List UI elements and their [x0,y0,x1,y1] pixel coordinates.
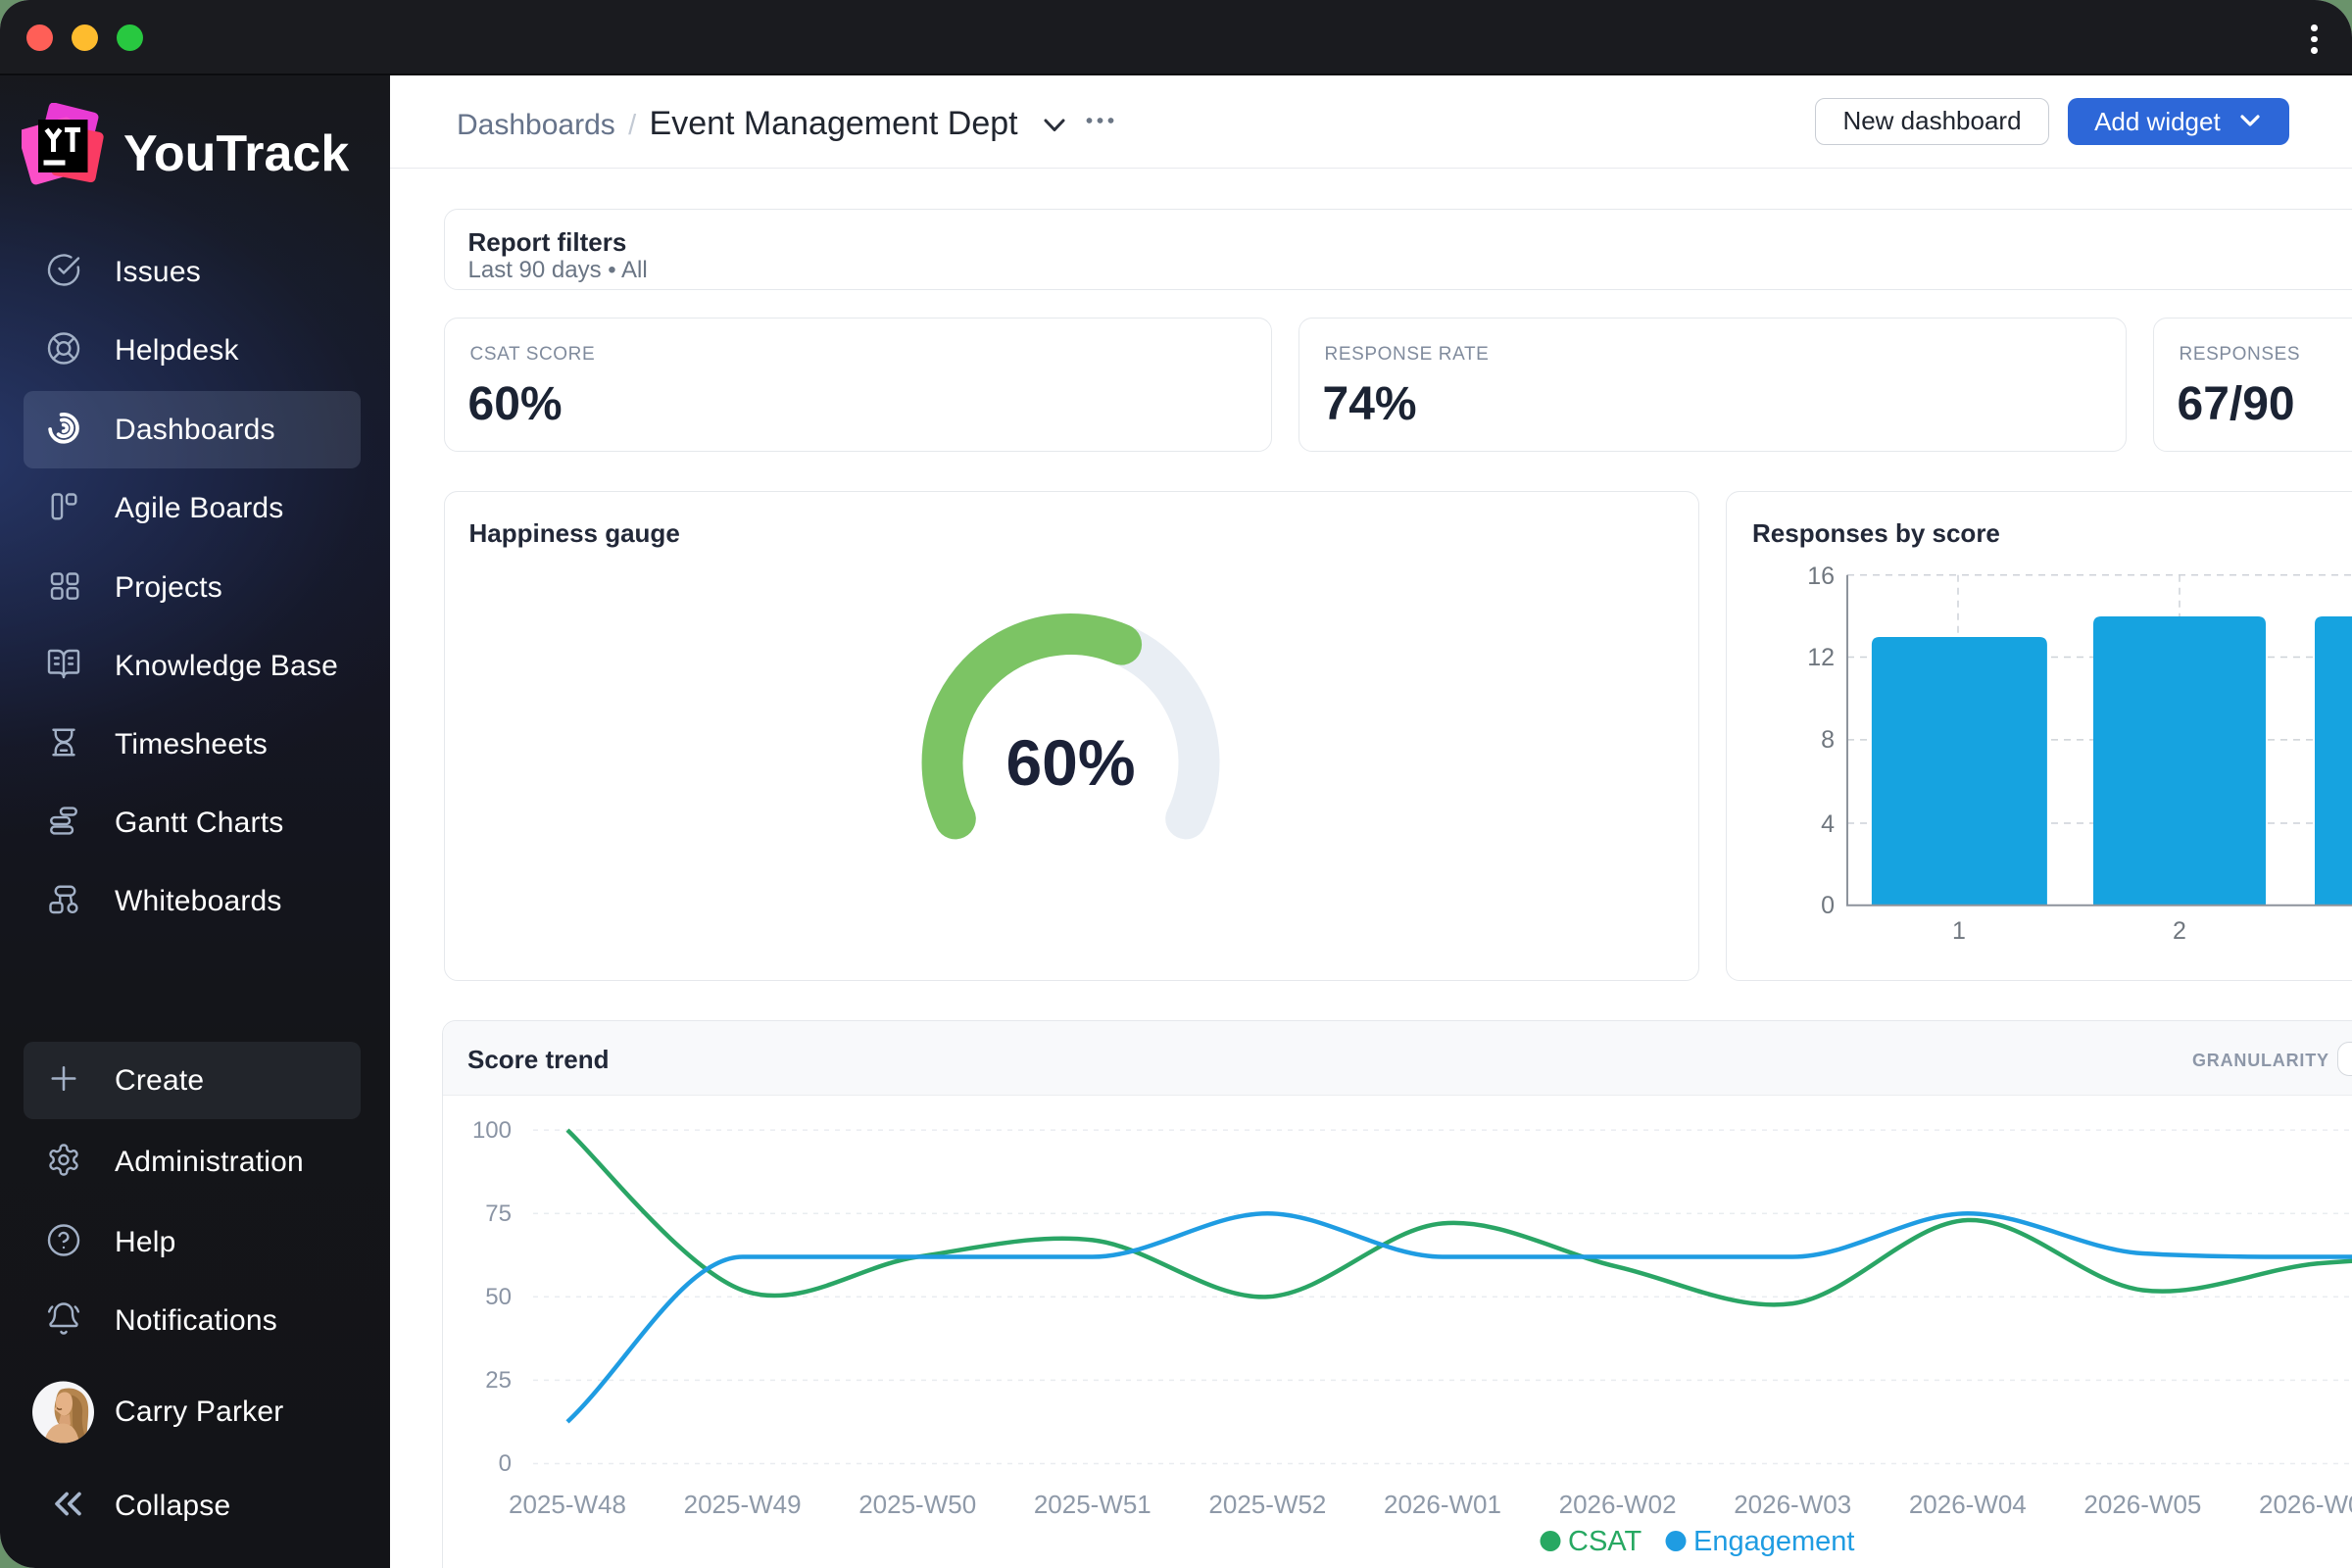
svg-text:2025-W48: 2025-W48 [509,1490,626,1519]
svg-text:Engagement: Engagement [1693,1526,1854,1557]
svg-text:2026-W06: 2026-W06 [2259,1490,2352,1519]
svg-text:1: 1 [1952,917,1966,945]
svg-text:8: 8 [1821,726,1835,754]
svg-text:2026-W03: 2026-W03 [1734,1490,1851,1519]
svg-text:50: 50 [485,1284,512,1310]
svg-text:100: 100 [472,1117,512,1144]
svg-text:2026-W05: 2026-W05 [2083,1490,2201,1519]
svg-text:0: 0 [1821,892,1835,919]
svg-text:CSAT: CSAT [1568,1526,1642,1557]
svg-text:4: 4 [1821,810,1835,838]
svg-text:2: 2 [2173,917,2186,945]
svg-text:75: 75 [485,1200,512,1227]
svg-text:2025-W50: 2025-W50 [858,1490,976,1519]
svg-text:2025-W49: 2025-W49 [684,1490,802,1519]
svg-text:2025-W52: 2025-W52 [1208,1490,1326,1519]
svg-text:25: 25 [485,1367,512,1394]
svg-text:2026-W04: 2026-W04 [1909,1490,2027,1519]
svg-text:2026-W01: 2026-W01 [1384,1490,1501,1519]
svg-text:2026-W02: 2026-W02 [1559,1490,1677,1519]
svg-text:16: 16 [1807,563,1835,590]
svg-text:0: 0 [499,1450,512,1477]
svg-text:60%: 60% [1005,726,1135,799]
svg-text:12: 12 [1807,644,1835,671]
svg-text:2025-W51: 2025-W51 [1034,1490,1152,1519]
